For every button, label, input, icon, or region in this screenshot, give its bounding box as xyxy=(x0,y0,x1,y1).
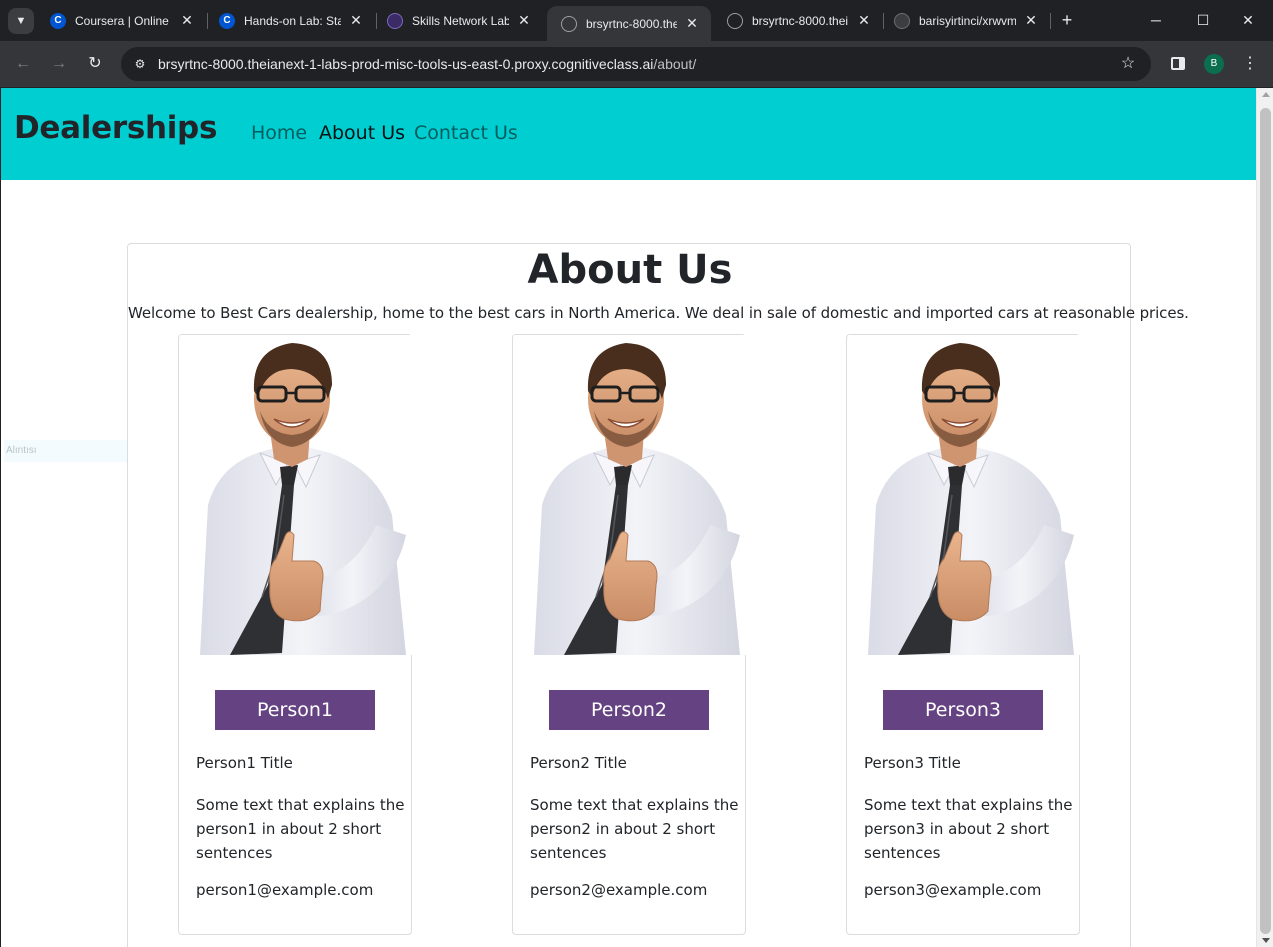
person-card: Person1 Person1 Title Some text that exp… xyxy=(178,334,412,935)
close-icon[interactable]: ✕ xyxy=(515,12,533,29)
faint-overlay-label: Alıntısı xyxy=(6,445,37,456)
globe-icon xyxy=(727,12,743,29)
minimize-icon: ─ xyxy=(1151,12,1161,28)
browser-tab[interactable]: Skills Network Lab ✕ xyxy=(373,0,543,41)
site-settings-icon[interactable]: ⚙ xyxy=(130,54,150,74)
person-name-button[interactable]: Person2 xyxy=(549,690,709,730)
tab-title: Coursera | Online C xyxy=(75,13,172,28)
coursera-icon: C xyxy=(219,12,235,29)
side-panel-button[interactable] xyxy=(1167,52,1189,76)
tab-title: Hands-on Lab: Stat xyxy=(244,13,341,28)
address-bar[interactable]: ⚙ brsyrtnc-8000.theianext-1-labs-prod-mi… xyxy=(121,47,1151,81)
person-title: Person3 Title xyxy=(864,754,961,772)
new-tab-button[interactable]: + xyxy=(1057,10,1077,30)
reload-button[interactable]: ↻ xyxy=(83,52,107,76)
close-icon[interactable]: ✕ xyxy=(683,15,701,32)
skills-network-icon xyxy=(387,12,403,29)
scroll-up-arrow-icon[interactable] xyxy=(1262,92,1270,97)
nav-link-about-us[interactable]: About Us xyxy=(319,122,405,144)
person-photo xyxy=(180,335,412,655)
arrow-right-icon: → xyxy=(51,55,67,72)
browser-tabstrip: ▼ C Coursera | Online C ✕ C Hands-on Lab… xyxy=(0,0,1273,41)
coursera-icon: C xyxy=(50,12,66,29)
browser-menu-button[interactable]: ⋮ xyxy=(1240,52,1260,76)
close-icon[interactable]: ✕ xyxy=(178,12,196,29)
tab-title: brsyrtnc-8000.thei xyxy=(752,13,849,28)
about-intro-text: Welcome to Best Cars dealership, home to… xyxy=(128,304,1189,322)
person-title: Person2 Title xyxy=(530,754,627,772)
close-icon: ✕ xyxy=(1242,12,1254,28)
close-icon[interactable]: ✕ xyxy=(347,12,365,29)
person-email: person2@example.com xyxy=(530,881,708,899)
back-button[interactable]: ← xyxy=(11,52,35,76)
site-navbar: Dealerships Home About Us Contact Us xyxy=(1,88,1256,180)
url-host: brsyrtnc-8000.theianext-1-labs-prod-misc… xyxy=(158,56,654,72)
person-photo xyxy=(514,335,746,655)
browser-tab[interactable]: C Coursera | Online C ✕ xyxy=(36,0,206,41)
github-icon xyxy=(894,12,910,29)
scroll-down-arrow-icon[interactable] xyxy=(1262,938,1270,943)
person-name-button[interactable]: Person1 xyxy=(215,690,375,730)
person-email: person3@example.com xyxy=(864,881,1042,899)
forward-button[interactable]: → xyxy=(47,52,71,76)
person-email: person1@example.com xyxy=(196,881,374,899)
person-description: Some text that explains the person3 in a… xyxy=(864,796,1073,862)
browser-tab[interactable]: brsyrtnc-8000.thei ✕ xyxy=(713,0,883,41)
person-photo xyxy=(848,335,1080,655)
navbar-brand[interactable]: Dealerships xyxy=(14,110,217,146)
maximize-button[interactable]: ☐ xyxy=(1188,8,1218,32)
page-title: About Us xyxy=(527,247,733,293)
side-panel-icon xyxy=(1171,57,1185,70)
scrollbar-thumb[interactable] xyxy=(1260,108,1271,934)
tab-title: brsyrtnc-8000.thei xyxy=(586,16,677,31)
arrow-left-icon: ← xyxy=(15,55,31,72)
tab-title: Skills Network Lab xyxy=(412,13,509,28)
globe-icon xyxy=(561,15,577,32)
browser-tab-active[interactable]: brsyrtnc-8000.thei ✕ xyxy=(547,6,711,41)
profile-avatar[interactable]: B xyxy=(1204,54,1224,74)
more-vertical-icon: ⋮ xyxy=(1242,55,1258,72)
url-path: /about/ xyxy=(653,56,697,72)
close-icon[interactable]: ✕ xyxy=(1022,12,1040,29)
person-description: Some text that explains the person2 in a… xyxy=(530,796,739,862)
person-title: Person1 Title xyxy=(196,754,293,772)
person-card: Person2 Person2 Title Some text that exp… xyxy=(512,334,746,935)
chevron-down-icon: ▼ xyxy=(15,15,27,27)
address-url[interactable]: brsyrtnc-8000.theianext-1-labs-prod-misc… xyxy=(158,56,696,72)
tab-title: barisyirtinci/xrwvm xyxy=(919,13,1016,28)
person-card: Person3 Person3 Title Some text that exp… xyxy=(846,334,1080,935)
minimize-button[interactable]: ─ xyxy=(1141,8,1171,32)
nav-link-home[interactable]: Home xyxy=(251,122,307,144)
bookmark-star-icon[interactable]: ☆ xyxy=(1117,53,1139,75)
browser-tab[interactable]: barisyirtinci/xrwvm ✕ xyxy=(880,0,1050,41)
page-viewport: Dealerships Home About Us Contact Us Alı… xyxy=(0,88,1273,947)
person-description: Some text that explains the person1 in a… xyxy=(196,796,405,862)
plus-icon: + xyxy=(1061,10,1073,30)
close-icon[interactable]: ✕ xyxy=(855,12,873,29)
reload-icon: ↻ xyxy=(88,55,102,72)
tab-separator xyxy=(1050,13,1051,29)
browser-tab[interactable]: C Hands-on Lab: Stat ✕ xyxy=(205,0,375,41)
person-name-button[interactable]: Person3 xyxy=(883,690,1043,730)
page-scrollbar[interactable] xyxy=(1256,88,1273,947)
browser-toolbar: ← → ↻ ⚙ brsyrtnc-8000.theianext-1-labs-p… xyxy=(0,41,1273,88)
nav-link-contact-us[interactable]: Contact Us xyxy=(414,122,518,144)
maximize-icon: ☐ xyxy=(1196,12,1210,28)
tab-search-button[interactable]: ▼ xyxy=(8,8,34,34)
close-window-button[interactable]: ✕ xyxy=(1233,8,1263,32)
